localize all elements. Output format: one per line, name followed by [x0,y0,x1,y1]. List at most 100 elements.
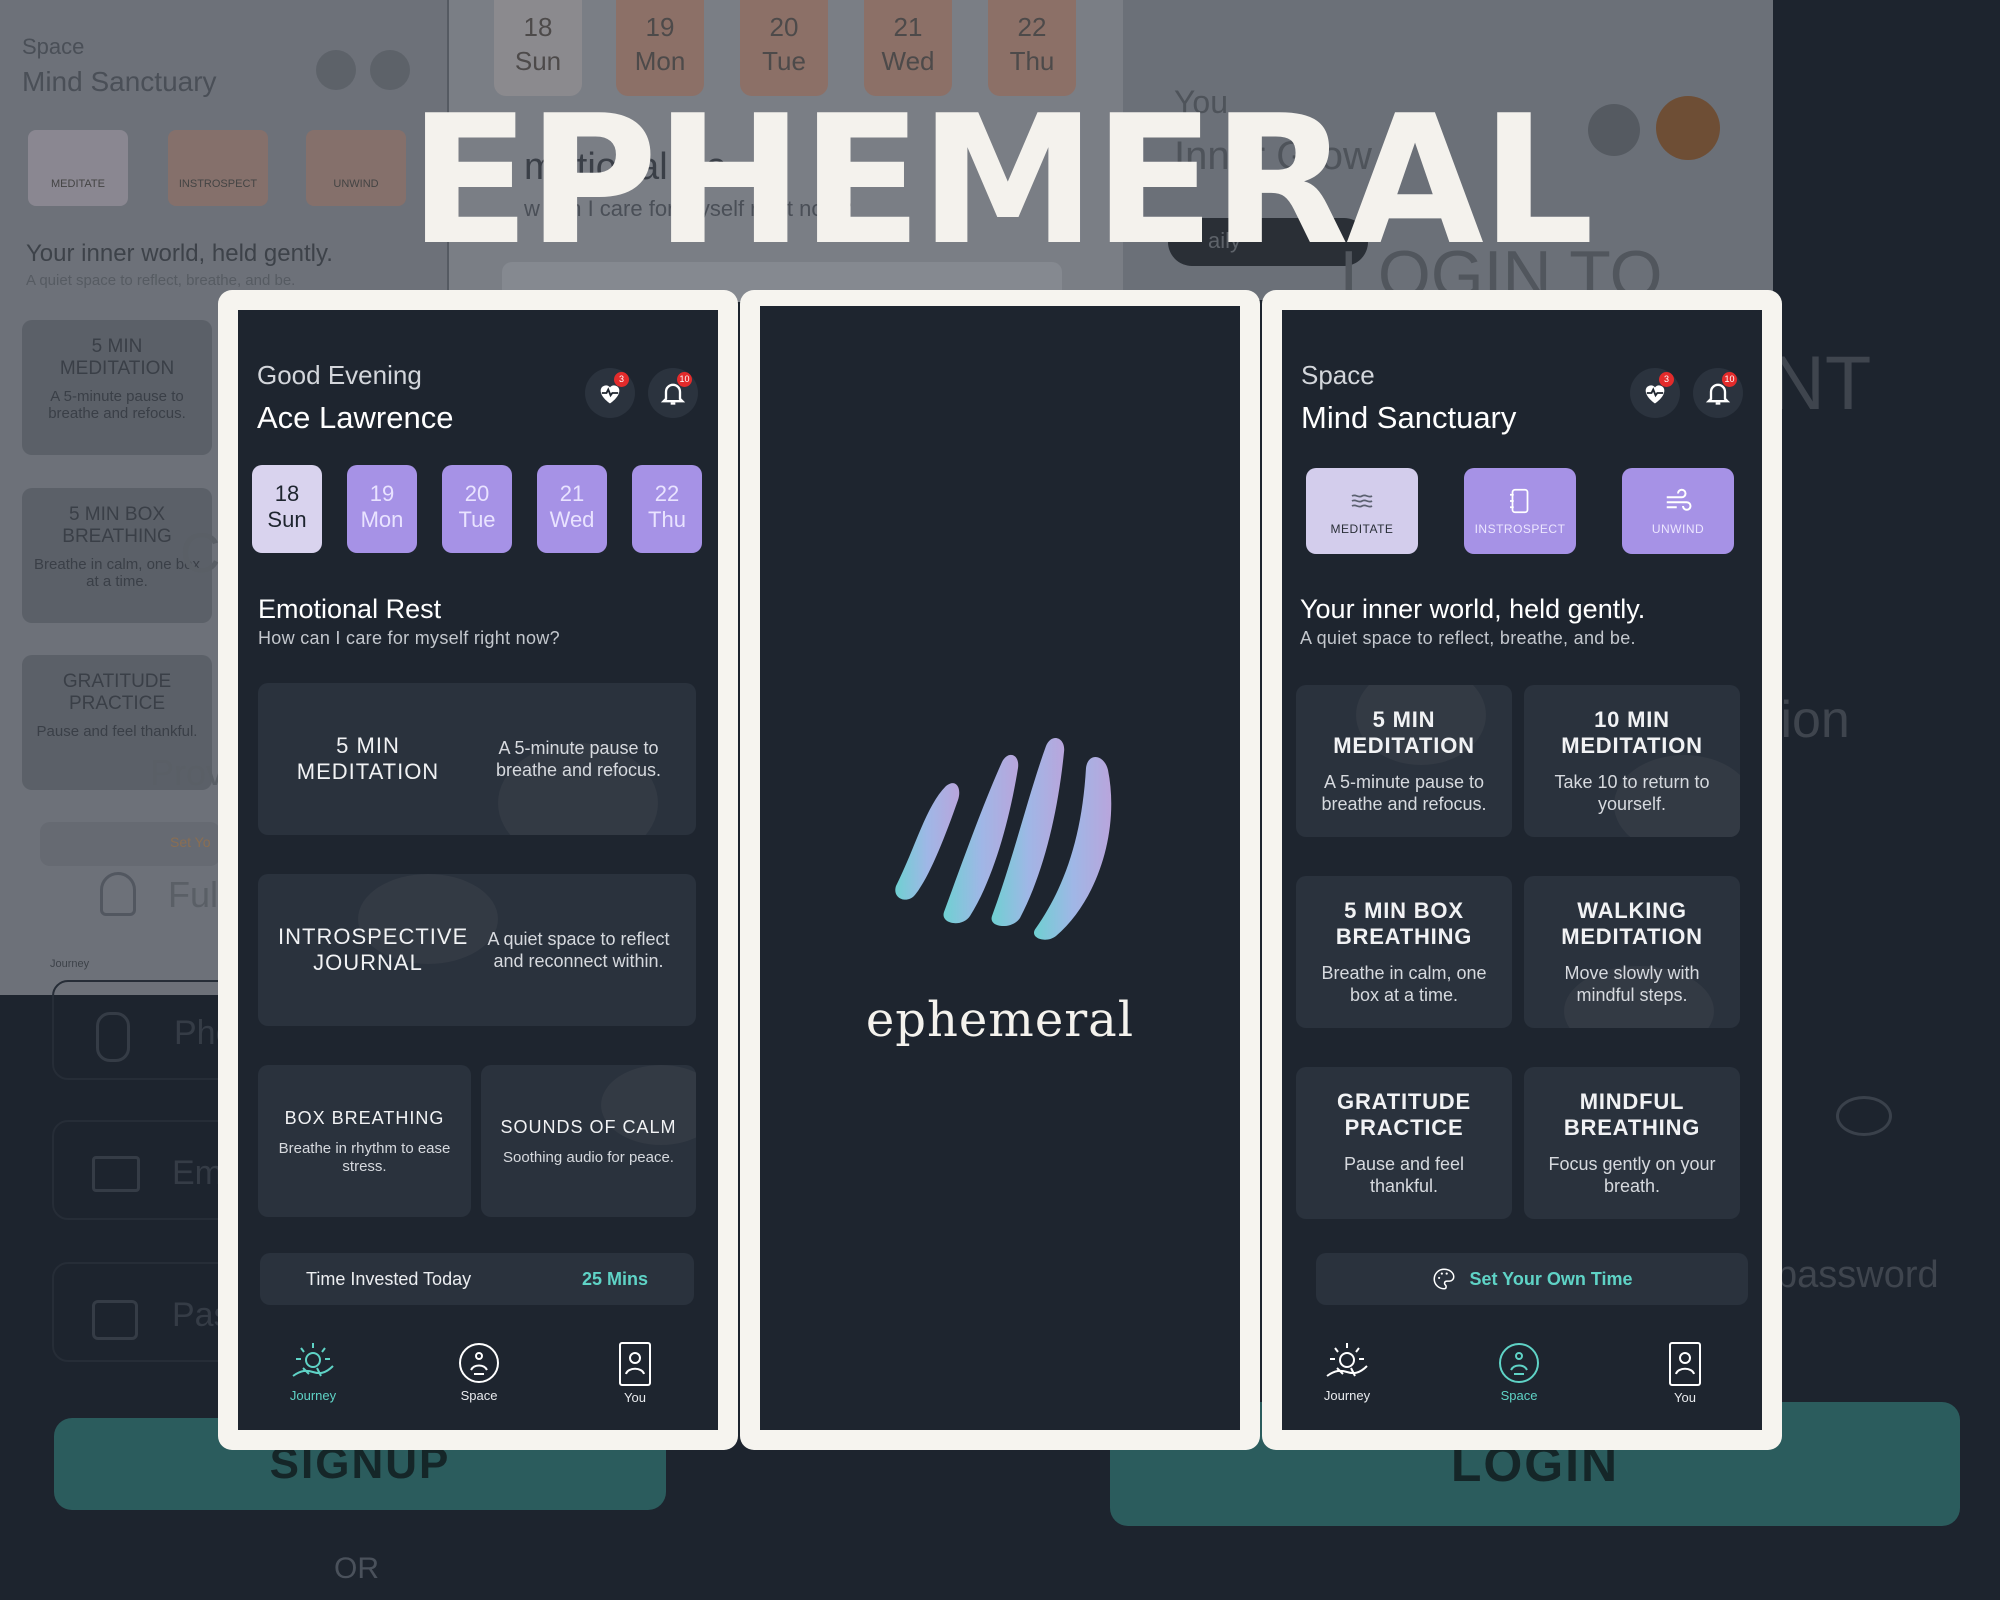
mode-unwind-button[interactable]: UNWIND [1622,468,1734,554]
card-description: A 5-minute pause to breathe and refocus. [1321,772,1487,814]
date-item[interactable]: 22 Thu [632,465,702,553]
card-description: Move slowly with mindful steps. [1564,963,1700,1005]
bg-card-title: 5 MIN MEDITATION [59,336,175,379]
practice-card-5min-meditation[interactable]: 5 MIN MEDITATION A 5-minute pause to bre… [1296,685,1512,837]
bg-lock-icon [92,1300,138,1340]
bg-card-desc: Breathe in calm, one box at a time. [34,556,200,590]
nav-label: You [1674,1390,1696,1405]
bg-card-title: GRATITUDE PRACTICE [62,671,172,714]
bg-account-fragment: NT [1770,341,1872,426]
practice-card-gratitude[interactable]: GRATITUDE PRACTICE Pause and feel thankf… [1296,1067,1512,1219]
date-item[interactable]: 19 Mon [347,465,417,553]
screen-label: Space [1301,360,1375,390]
journey-icon [292,1343,334,1377]
nav-you[interactable]: You [1640,1340,1730,1405]
bg-tagline-sub: A quiet space to reflect, breathe, and b… [26,272,296,289]
notebook-icon [1510,488,1529,514]
activity-card-meditation[interactable]: 5 MIN MEDITATION A 5-minute pause to bre… [258,683,696,835]
card-description: Take 10 to return to yourself. [1554,772,1710,814]
space-icon [1499,1343,1539,1383]
bg-space-label: Space [22,34,85,59]
mode-label: UNWIND [1651,522,1705,536]
card-title: BOX BREATHING [284,1107,445,1128]
splash-phone-frame: ephemeral [740,290,1260,1450]
bg-eye-off-icon [1836,1096,1892,1136]
nav-label: You [624,1390,646,1405]
bg-card-title: 5 MIN BOX BREATHING [62,504,172,547]
bell-badge: 10 [1722,372,1737,387]
wind-icon [1666,488,1692,511]
journey-icon [1326,1343,1368,1377]
practice-card-box-breathing[interactable]: 5 MIN BOX BREATHING Breathe in calm, one… [1296,876,1512,1028]
bg-mail-icon [92,1156,140,1192]
section-subtitle: How can I care for myself right now? [258,628,560,648]
heart-badge: 3 [1659,372,1674,387]
space-icon [459,1343,499,1383]
date-day: 19 [369,481,395,506]
activity-card-box-breathing[interactable]: BOX BREATHING Breathe in rhythm to ease … [258,1065,471,1217]
date-dow: Sun [267,507,307,532]
health-button[interactable]: 3 [585,368,635,418]
nav-you[interactable]: You [590,1340,680,1405]
card-title: 10 MIN MEDITATION [1561,707,1703,758]
bg-date-day: 22 [1017,12,1047,42]
notifications-button[interactable]: 10 [1693,368,1743,418]
date-item[interactable]: 21 Wed [537,465,607,553]
card-title: MINDFUL BREATHING [1563,1089,1701,1140]
profile-card-icon [619,1342,651,1386]
bg-date-dow: Mon [634,46,686,76]
date-item[interactable]: 20 Tue [442,465,512,553]
bg-date-dow: Sun [514,46,562,76]
notifications-button[interactable]: 10 [648,368,698,418]
bg-bell-icon [370,50,410,90]
bg-date-day: 18 [523,12,553,42]
card-title: WALKING MEDITATION [1561,898,1703,949]
bg-date-dow: Tue [762,46,806,76]
card-description: A quiet space to reflect and reconnect w… [487,929,670,971]
mode-introspect-button[interactable]: INSTROSPECT [1464,468,1576,554]
bg-password-fragment: password [1776,1254,1939,1296]
activity-card-sounds[interactable]: SOUNDS OF CALM Soothing audio for peace. [481,1065,696,1217]
bottom-nav: Journey Space You [1282,1340,1762,1420]
set-own-time-label: Set Your Own Time [1469,1268,1633,1289]
time-invested-bar: Time Invested Today 25 Mins [260,1253,694,1305]
time-invested-value: 25 Mins [581,1268,648,1289]
nav-journey[interactable]: Journey [268,1340,358,1403]
practice-card-10min-meditation[interactable]: 10 MIN MEDITATION Take 10 to return to y… [1524,685,1740,837]
date-day: 20 [464,481,490,506]
card-description: Breathe in rhythm to ease stress. [278,1139,451,1175]
activity-card-journal[interactable]: INTROSPECTIVE JOURNAL A quiet space to r… [258,874,696,1026]
space-phone-frame: Space Mind Sanctuary 3 10 MEDITATE INSTR… [1262,290,1782,1450]
waves-icon [1351,494,1373,508]
date-dow: Mon [360,507,404,532]
nav-journey[interactable]: Journey [1302,1340,1392,1403]
nav-space[interactable]: Space [434,1340,524,1403]
set-own-time-button[interactable]: Set Your Own Time [1316,1253,1748,1305]
nav-label: Journey [289,1388,337,1403]
health-button[interactable]: 3 [1630,368,1680,418]
date-day: 21 [559,481,585,506]
bg-date-day: 21 [893,12,923,42]
space-screen: Space Mind Sanctuary 3 10 MEDITATE INSTR… [1282,310,1762,1430]
mode-meditate-button[interactable]: MEDITATE [1306,468,1418,554]
headline: EPHEMERAL [408,77,1595,284]
bg-journey-label: Journey [50,958,90,970]
card-title: 5 MIN MEDITATION [296,733,440,784]
greeting: Good Evening [257,360,422,390]
card-title: GRATITUDE PRACTICE [1337,1089,1471,1140]
date-day: 22 [654,481,680,506]
nav-label: Space [1500,1388,1538,1403]
practice-card-mindful-breathing[interactable]: MINDFUL BREATHING Focus gently on your b… [1524,1067,1740,1219]
bg-date-day: 20 [769,12,799,42]
heart-badge: 3 [614,372,629,387]
practice-card-walking-meditation[interactable]: WALKING MEDITATION Move slowly with mind… [1524,876,1740,1028]
tagline: Your inner world, held gently. [1300,594,1646,624]
nav-space[interactable]: Space [1474,1340,1564,1403]
bg-card-desc: A 5-minute pause to breathe and refocus. [48,388,186,422]
date-dow: Thu [648,507,686,532]
card-description: Pause and feel thankful. [1343,1154,1465,1196]
date-item[interactable]: 18 Sun [252,465,322,553]
splash-screen: ephemeral [760,306,1240,1430]
screen-title: Mind Sanctuary [1301,400,1517,435]
card-title: 5 MIN MEDITATION [1333,707,1475,758]
